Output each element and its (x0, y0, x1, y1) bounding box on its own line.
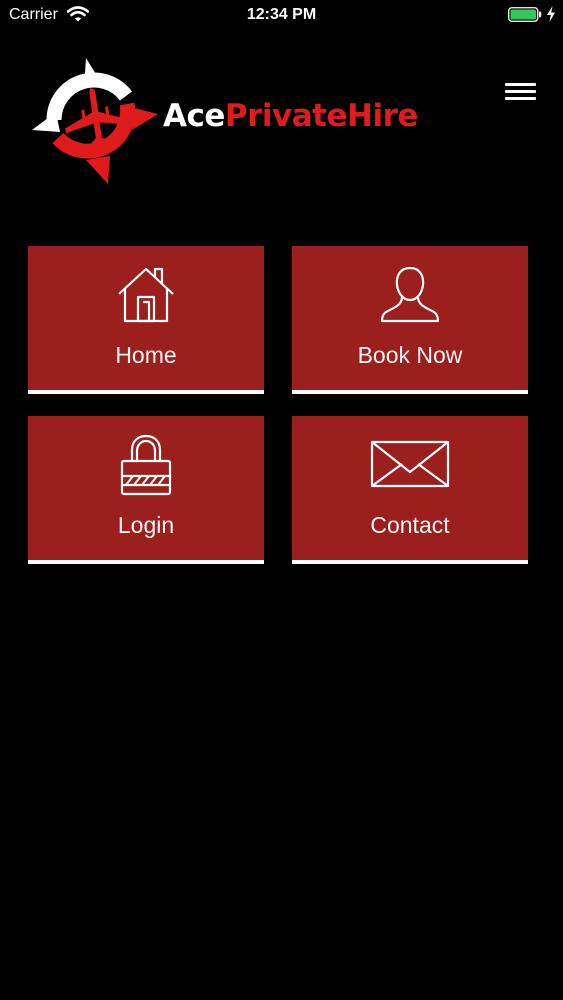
logo-text-rest: PrivateHire (224, 98, 419, 134)
home-tile-label: Home (115, 342, 177, 368)
logo-wordmark: AcePrivateHire (163, 98, 418, 134)
contact-tile-label: Contact (370, 512, 450, 538)
logo-text-ace: Ace (163, 98, 225, 134)
login-tile-label: Login (117, 512, 175, 538)
book-now-tile-button[interactable]: Book Now (292, 246, 528, 394)
login-tile-button[interactable]: Login (28, 416, 264, 564)
contact-tile-button[interactable]: Contact (292, 416, 528, 564)
status-bar: Carrier 12:34 PM (0, 0, 563, 30)
book-now-tile-label: Book Now (357, 342, 463, 368)
envelope-icon (370, 440, 450, 488)
house-icon (118, 267, 174, 323)
home-tile-button[interactable]: Home (28, 246, 264, 394)
person-icon (380, 266, 440, 323)
menu-button[interactable] (500, 78, 540, 108)
battery-icon (508, 7, 542, 22)
app-logo[interactable]: AcePrivateHire (30, 58, 450, 186)
charging-bolt-icon (547, 6, 555, 22)
compass-plane-logo-icon (32, 58, 158, 184)
clock-label: 12:34 PM (246, 6, 317, 23)
padlock-icon (120, 434, 172, 496)
